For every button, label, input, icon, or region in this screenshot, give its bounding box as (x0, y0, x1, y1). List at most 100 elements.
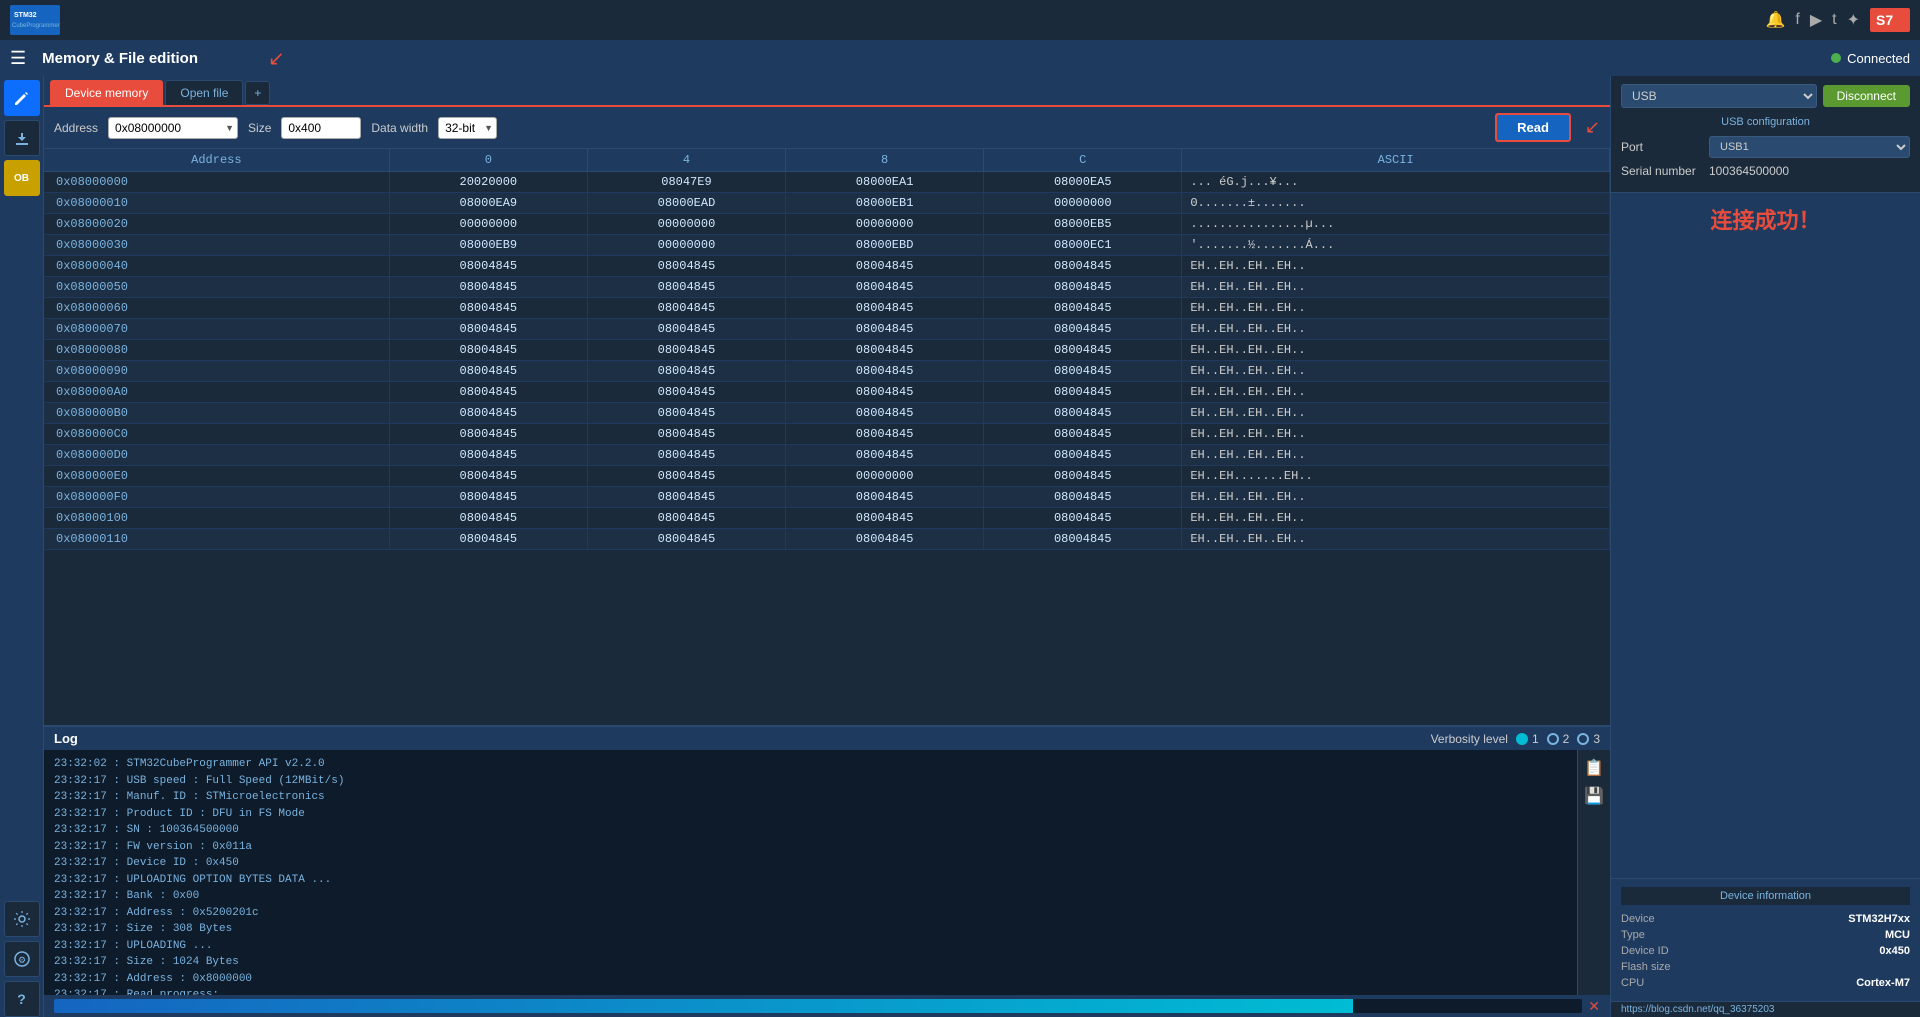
verbosity-2[interactable]: 2 (1547, 732, 1570, 746)
cell-data[interactable]: 08004845 (389, 382, 587, 403)
cell-data[interactable]: 08004845 (587, 424, 785, 445)
log-save-icon[interactable]: 💾 (1582, 784, 1606, 808)
cell-address[interactable]: 0x08000030 (44, 235, 389, 256)
sidebar-btn-security[interactable]: ⚙ (4, 941, 40, 977)
cell-data[interactable]: 00000000 (587, 235, 785, 256)
cell-data[interactable]: 08004845 (587, 445, 785, 466)
radio-dot-2[interactable] (1547, 733, 1559, 745)
cell-ascii[interactable]: ................µ... (1182, 214, 1610, 235)
radio-dot-1[interactable] (1516, 733, 1528, 745)
cell-data[interactable]: 08004845 (389, 466, 587, 487)
cell-address[interactable]: 0x080000D0 (44, 445, 389, 466)
cell-ascii[interactable]: EH..EH..EH..EH.. (1182, 529, 1610, 550)
cell-data[interactable]: 08004845 (389, 256, 587, 277)
cell-data[interactable]: 08000EC1 (984, 235, 1182, 256)
cell-address[interactable]: 0x08000110 (44, 529, 389, 550)
cell-data[interactable]: 08004845 (984, 298, 1182, 319)
cell-data[interactable]: 08004845 (786, 256, 984, 277)
cell-ascii[interactable]: EH..EH..EH..EH.. (1182, 277, 1610, 298)
sidebar-btn-download[interactable] (4, 120, 40, 156)
cell-data[interactable]: 08004845 (786, 277, 984, 298)
cell-ascii[interactable]: EH..EH.......EH.. (1182, 466, 1610, 487)
cell-ascii[interactable]: EH..EH..EH..EH.. (1182, 403, 1610, 424)
cell-address[interactable]: 0x08000020 (44, 214, 389, 235)
cell-data[interactable]: 08004845 (389, 487, 587, 508)
cell-address[interactable]: 0x08000080 (44, 340, 389, 361)
facebook-icon[interactable]: f (1795, 11, 1799, 29)
close-progress-button[interactable]: ✕ (1588, 998, 1600, 1015)
cell-data[interactable]: 08000EA5 (984, 172, 1182, 193)
cell-ascii[interactable]: EH..EH..EH..EH.. (1182, 319, 1610, 340)
cell-data[interactable]: 08047E9 (587, 172, 785, 193)
cell-data[interactable]: 08004845 (389, 319, 587, 340)
cell-address[interactable]: 0x08000100 (44, 508, 389, 529)
log-copy-icon[interactable]: 📋 (1582, 756, 1606, 780)
cell-data[interactable]: 08004845 (984, 487, 1182, 508)
cell-data[interactable]: 00000000 (984, 193, 1182, 214)
cell-data[interactable]: 08004845 (389, 445, 587, 466)
tab-add-button[interactable]: + (245, 81, 270, 105)
cell-data[interactable]: 08000EA9 (389, 193, 587, 214)
cell-address[interactable]: 0x08000090 (44, 361, 389, 382)
cell-address[interactable]: 0x08000040 (44, 256, 389, 277)
cell-data[interactable]: 08004845 (984, 319, 1182, 340)
address-input[interactable] (108, 117, 238, 139)
cell-ascii[interactable]: EH..EH..EH..EH.. (1182, 382, 1610, 403)
cell-ascii[interactable]: EH..EH..EH..EH.. (1182, 256, 1610, 277)
cell-ascii[interactable]: EH..EH..EH..EH.. (1182, 424, 1610, 445)
cell-address[interactable]: 0x080000F0 (44, 487, 389, 508)
cell-data[interactable]: 08004845 (984, 508, 1182, 529)
cell-data[interactable]: 08004845 (389, 361, 587, 382)
port-select[interactable]: USB1 (1709, 136, 1910, 158)
cell-data[interactable]: 08004845 (786, 403, 984, 424)
cell-address[interactable]: 0x080000B0 (44, 403, 389, 424)
cell-address[interactable]: 0x080000A0 (44, 382, 389, 403)
cell-data[interactable]: 08004845 (786, 382, 984, 403)
sidebar-btn-settings[interactable] (4, 901, 40, 937)
sidebar-btn-edit[interactable] (4, 80, 40, 116)
youtube-icon[interactable]: ▶ (1810, 10, 1822, 30)
cell-data[interactable]: 08004845 (389, 277, 587, 298)
cell-data[interactable]: 08000EAD (587, 193, 785, 214)
cell-data[interactable]: 08004845 (786, 361, 984, 382)
cell-address[interactable]: 0x08000000 (44, 172, 389, 193)
cell-data[interactable]: 08004845 (786, 424, 984, 445)
cell-data[interactable]: 08004845 (587, 256, 785, 277)
cell-ascii[interactable]: EH..EH..EH..EH.. (1182, 340, 1610, 361)
cell-data[interactable]: 00000000 (389, 214, 587, 235)
cell-address[interactable]: 0x08000070 (44, 319, 389, 340)
cell-ascii[interactable]: EH..EH..EH..EH.. (1182, 361, 1610, 382)
read-button[interactable]: Read (1495, 113, 1571, 142)
cell-data[interactable]: 08004845 (786, 340, 984, 361)
cell-data[interactable]: 00000000 (786, 466, 984, 487)
cell-data[interactable]: 08004845 (587, 298, 785, 319)
tab-open-file[interactable]: Open file (165, 80, 243, 105)
cell-data[interactable]: 08000EB9 (389, 235, 587, 256)
cell-data[interactable]: 08004845 (587, 529, 785, 550)
cell-data[interactable]: 08004845 (786, 319, 984, 340)
sidebar-btn-help[interactable]: ? (4, 981, 40, 1017)
disconnect-button[interactable]: Disconnect (1823, 85, 1910, 107)
memory-table-wrap[interactable]: Address 0 4 8 C ASCII 0x0800000020020000… (44, 148, 1610, 725)
sidebar-btn-ob[interactable]: OB (4, 160, 40, 196)
cell-data[interactable]: 08004845 (984, 382, 1182, 403)
cell-data[interactable]: 00000000 (587, 214, 785, 235)
verbosity-3[interactable]: 3 (1577, 732, 1600, 746)
cell-data[interactable]: 08004845 (587, 361, 785, 382)
cell-data[interactable]: 08004845 (786, 445, 984, 466)
cell-data[interactable]: 08004845 (587, 403, 785, 424)
cell-data[interactable]: 08004845 (389, 529, 587, 550)
cell-data[interactable]: 08000EBD (786, 235, 984, 256)
cell-data[interactable]: 08004845 (984, 403, 1182, 424)
menu-icon[interactable]: ☰ (10, 48, 26, 69)
cell-address[interactable]: 0x08000060 (44, 298, 389, 319)
notification-icon[interactable]: 🔔 (1765, 10, 1785, 30)
log-content[interactable]: 23:32:02 : STM32CubeProgrammer API v2.2.… (44, 750, 1577, 995)
cell-data[interactable]: 20020000 (389, 172, 587, 193)
verbosity-1[interactable]: 1 (1516, 732, 1539, 746)
cell-data[interactable]: 08000EA1 (786, 172, 984, 193)
cell-ascii[interactable]: EH..EH..EH..EH.. (1182, 487, 1610, 508)
cell-ascii[interactable]: EH..EH..EH..EH.. (1182, 508, 1610, 529)
cell-data[interactable]: 00000000 (786, 214, 984, 235)
cell-data[interactable]: 08004845 (389, 298, 587, 319)
